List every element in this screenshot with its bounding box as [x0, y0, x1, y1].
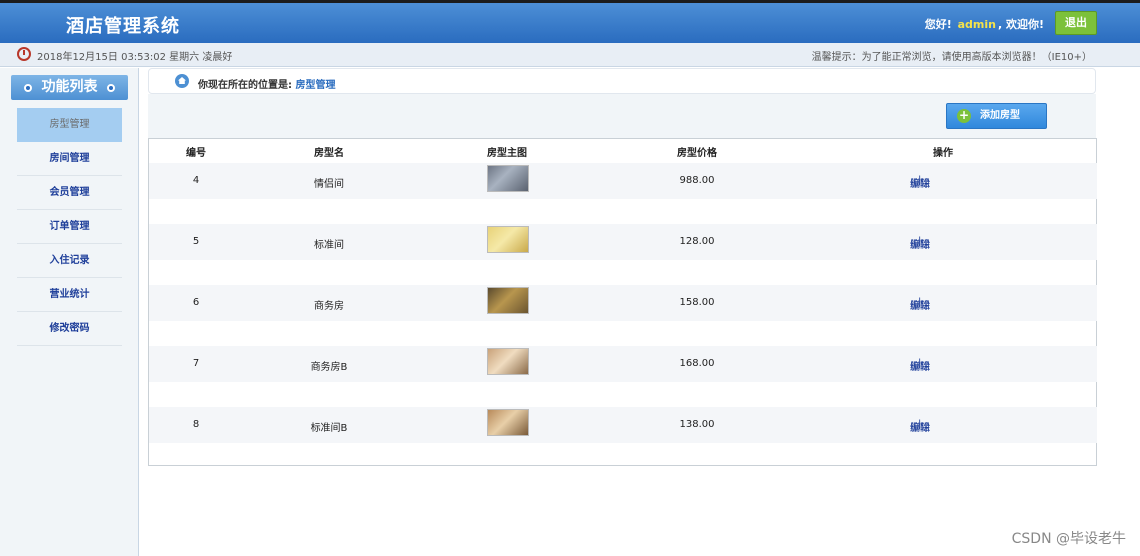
column-header-name: 房型名	[314, 148, 344, 159]
greeting: 您好! admin, 欢迎你!	[925, 16, 1044, 32]
table-row: 7 商务房B 168.00 编辑 | 删除	[149, 346, 1097, 382]
greeting-prefix: 您好!	[924, 18, 952, 31]
row-name: 商务房	[314, 301, 344, 312]
breadcrumb-prefix: 你现在所在的位置是:	[198, 80, 292, 91]
delete-link[interactable]: 删除	[910, 358, 930, 373]
sidebar-item-password[interactable]: 修改密码	[17, 312, 122, 346]
main-content: 你现在所在的位置是: 房型管理 + 添加房型 编号 房型名 房型主图 房型价格 …	[148, 68, 1097, 468]
username: admin	[957, 18, 996, 31]
toolbar: + 添加房型	[148, 94, 1096, 138]
breadcrumb-text: 你现在所在的位置是: 房型管理	[198, 76, 335, 91]
delete-link[interactable]: 删除	[910, 175, 930, 190]
logout-button[interactable]: 退出	[1055, 11, 1097, 35]
row-price: 128.00	[679, 236, 715, 247]
bullet-icon	[24, 84, 32, 92]
datetime: 2018年12月15日 03:53:02 星期六 凌晨好	[37, 52, 233, 63]
room-thumbnail	[487, 226, 529, 253]
sidebar-item-statistics[interactable]: 营业统计	[17, 278, 122, 312]
row-price: 138.00	[679, 419, 715, 430]
column-header-actions: 操作	[933, 148, 953, 159]
room-thumbnail	[487, 409, 529, 436]
row-id: 5	[192, 236, 200, 247]
row-price: 168.00	[679, 358, 715, 369]
column-header-image: 房型主图	[487, 148, 527, 159]
room-thumbnail	[487, 165, 529, 192]
sidebar-menu: 房型管理 房间管理 会员管理 订单管理 入住记录 营业统计 修改密码	[17, 108, 122, 346]
sidebar-title-label: 功能列表	[41, 79, 98, 95]
row-name: 标准间B	[310, 423, 348, 434]
sidebar-item-checkins[interactable]: 入住记录	[17, 244, 122, 278]
table-row: 5 标准间 128.00 编辑 | 删除	[149, 224, 1097, 260]
clock-icon	[17, 47, 31, 61]
bullet-icon	[107, 84, 115, 92]
delete-link[interactable]: 删除	[910, 297, 930, 312]
greeting-suffix: , 欢迎你!	[997, 18, 1044, 31]
column-header-price: 房型价格	[677, 148, 717, 159]
breadcrumb: 你现在所在的位置是: 房型管理	[148, 68, 1096, 94]
sidebar-item-members[interactable]: 会员管理	[17, 176, 122, 210]
home-icon	[175, 74, 189, 88]
table-row: 4 情侣间 988.00 编辑 | 删除	[149, 163, 1097, 199]
sidebar: 功能列表 房型管理 房间管理 会员管理 订单管理 入住记录 营业统计 修改密码	[0, 68, 139, 556]
row-name: 商务房B	[310, 362, 348, 373]
sidebar-item-orders[interactable]: 订单管理	[17, 210, 122, 244]
row-name: 标准间	[314, 240, 344, 251]
row-id: 8	[192, 419, 200, 430]
room-thumbnail	[487, 287, 529, 314]
watermark: CSDN @毕设老牛	[1011, 531, 1126, 547]
add-room-type-button[interactable]: + 添加房型	[946, 103, 1047, 129]
row-price: 988.00	[679, 175, 715, 186]
room-type-table: 编号 房型名 房型主图 房型价格 操作 4 情侣间 988.00 编辑 | 删除 5…	[148, 138, 1097, 466]
room-thumbnail	[487, 348, 529, 375]
row-id: 7	[192, 358, 200, 369]
row-id: 4	[192, 175, 200, 186]
delete-link[interactable]: 删除	[910, 419, 930, 434]
top-header: 酒店管理系统 您好! admin, 欢迎你! 退出	[0, 0, 1140, 43]
row-name: 情侣间	[314, 179, 344, 190]
row-price: 158.00	[679, 297, 715, 308]
table-row: 6 商务房 158.00 编辑 | 删除	[149, 285, 1097, 321]
browser-tip: 温馨提示：为了能正常浏览，请使用高版本浏览器！（IE10+）	[811, 52, 1092, 63]
row-id: 6	[192, 297, 200, 308]
breadcrumb-current[interactable]: 房型管理	[295, 80, 335, 91]
table-header: 编号 房型名 房型主图 房型价格 操作	[149, 144, 1097, 160]
status-bar: 2018年12月15日 03:53:02 星期六 凌晨好 温馨提示：为了能正常浏…	[0, 43, 1140, 67]
column-header-id: 编号	[186, 148, 206, 159]
sidebar-item-rooms[interactable]: 房间管理	[17, 142, 122, 176]
plus-icon: +	[957, 108, 971, 123]
delete-link[interactable]: 删除	[910, 236, 930, 251]
sidebar-title: 功能列表	[11, 75, 128, 100]
sidebar-item-room-types[interactable]: 房型管理	[17, 108, 122, 142]
app-title: 酒店管理系统	[66, 16, 180, 37]
add-room-type-label: 添加房型	[980, 110, 1020, 121]
table-row: 8 标准间B 138.00 编辑 | 删除	[149, 407, 1097, 443]
